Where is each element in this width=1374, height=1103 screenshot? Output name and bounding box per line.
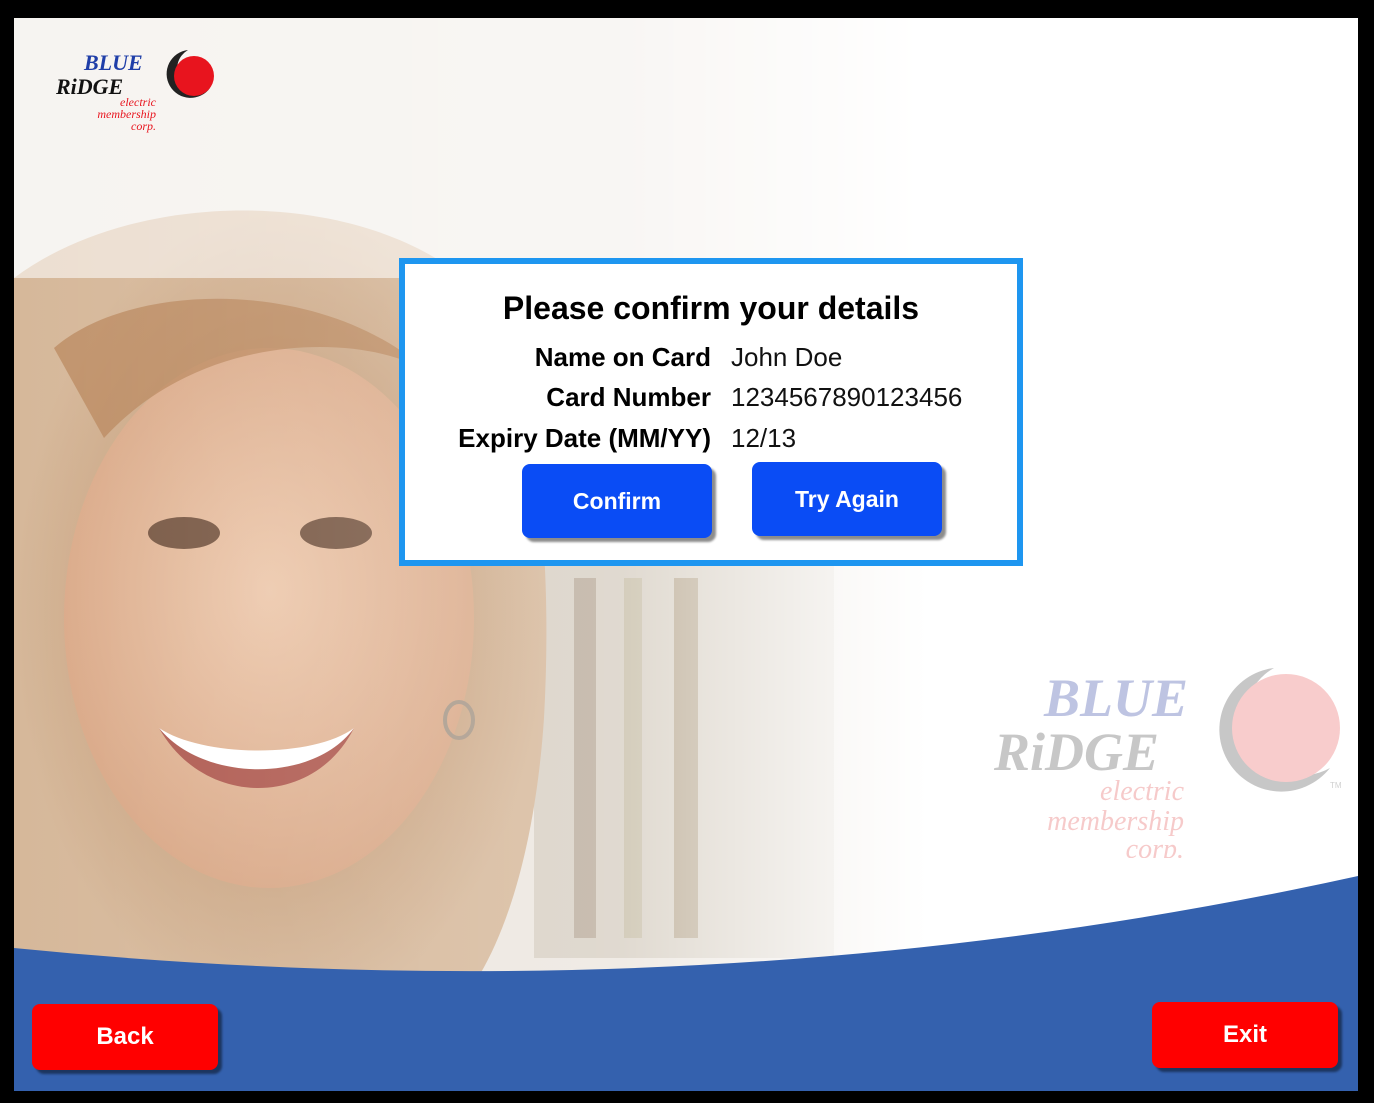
- logo-line-5: corp.: [131, 119, 156, 133]
- dialog-title: Please confirm your details: [502, 290, 920, 326]
- watermark-line-5: corp.: [1126, 834, 1184, 858]
- name-on-card-value: John Doe: [731, 342, 843, 372]
- watermark-line-4: membership: [1047, 806, 1184, 837]
- name-on-card-label: Name on Card: [534, 342, 711, 372]
- watermark-line-2: RiDGE: [993, 722, 1159, 782]
- expiry-date-label: Expiry Date (MM/YY): [458, 423, 711, 453]
- detail-row-expiry: Expiry Date (MM/YY) 12/13: [405, 423, 1017, 459]
- try-again-button[interactable]: Try Again: [752, 462, 942, 536]
- card-number-label: Card Number: [546, 382, 711, 412]
- kiosk-screen: BLUE RiDGE electric membership corp. BLU…: [14, 18, 1358, 1091]
- company-logo: BLUE RiDGE electric membership corp.: [55, 50, 214, 133]
- logo-line-2: RiDGE: [55, 74, 123, 99]
- expiry-date-value: 12/13: [731, 423, 797, 453]
- back-button[interactable]: Back: [32, 1004, 218, 1070]
- watermark-logo: BLUE RiDGE electric membership corp. TM: [993, 668, 1342, 858]
- logo-line-1: BLUE: [83, 50, 143, 75]
- confirm-button[interactable]: Confirm: [522, 464, 712, 538]
- card-number-value: 1234567890123456: [731, 382, 963, 412]
- watermark-line-3: electric: [1100, 776, 1185, 807]
- detail-row-name: Name on Card John Doe: [405, 342, 1017, 378]
- detail-row-card-number: Card Number 1234567890123456: [405, 382, 1017, 418]
- confirm-details-dialog: Please confirm your details Name on Card…: [399, 258, 1023, 566]
- exit-button[interactable]: Exit: [1152, 1002, 1338, 1068]
- watermark-line-1: BLUE: [1043, 668, 1188, 728]
- watermark-trademark: TM: [1330, 781, 1342, 790]
